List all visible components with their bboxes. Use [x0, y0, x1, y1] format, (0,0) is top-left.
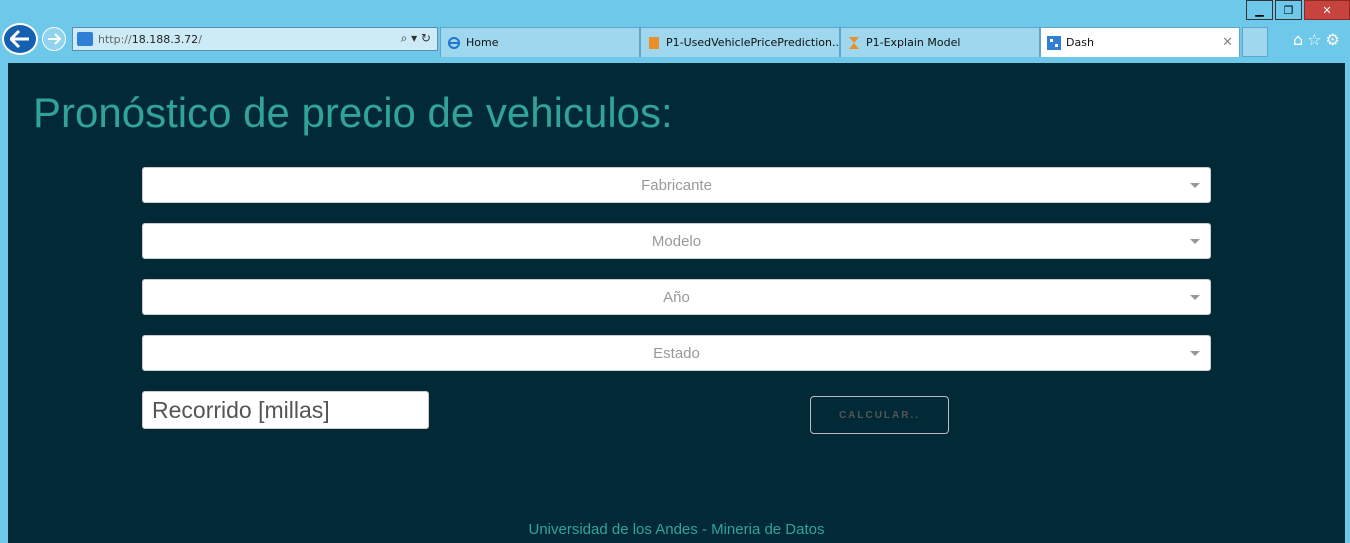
chevron-down-icon: [1190, 295, 1200, 300]
tab-label: P1-UsedVehiclePricePrediction...: [666, 36, 840, 49]
dropdown-placeholder: Estado: [653, 344, 700, 362]
arrow-right-icon: [48, 33, 61, 45]
address-bar[interactable]: http://18.188.3.72/ ⌕ ▾ ↻: [72, 27, 438, 51]
model-dropdown[interactable]: Modelo: [142, 223, 1211, 259]
state-dropdown[interactable]: Estado: [142, 335, 1211, 371]
tab-home[interactable]: Home: [440, 27, 640, 57]
chevron-down-icon: [1190, 183, 1200, 188]
page-title: Pronóstico de precio de vehiculos:: [33, 89, 673, 136]
dash-icon: [1047, 35, 1061, 50]
browser-toolbar: http://18.188.3.72/ ⌕ ▾ ↻ Home P1-UsedVe…: [0, 22, 1350, 57]
site-icon: [77, 32, 93, 46]
new-tab-button[interactable]: [1242, 27, 1268, 57]
hourglass-icon: [849, 36, 859, 49]
restore-icon[interactable]: ❐: [1275, 0, 1302, 20]
toolbar-right-icons[interactable]: ⌂☆⚙: [1293, 30, 1344, 49]
forward-button[interactable]: [42, 27, 66, 51]
chevron-down-icon: [1190, 351, 1200, 356]
dropdown-placeholder: Fabricante: [641, 176, 712, 194]
url-host: 18.188.3.72: [131, 32, 199, 46]
close-window-icon[interactable]: ✕: [1304, 0, 1350, 20]
close-tab-icon[interactable]: ✕: [1222, 35, 1233, 50]
dropdown-placeholder: Año: [663, 288, 690, 306]
year-dropdown[interactable]: Año: [142, 279, 1211, 315]
url-protocol: http://: [98, 32, 132, 46]
back-button[interactable]: [2, 23, 38, 55]
url-path: /: [198, 32, 202, 46]
chevron-down-icon: [1190, 239, 1200, 244]
tab-label: Home: [466, 36, 499, 49]
footer-text: Universidad de los Andes - Mineria de Da…: [528, 521, 825, 538]
window-controls: ▁ ❐ ✕: [1244, 0, 1350, 20]
search-refresh-icons[interactable]: ⌕ ▾ ↻: [401, 31, 431, 46]
tab-dash[interactable]: Dash ✕: [1040, 27, 1240, 57]
tab-label: P1-Explain Model: [866, 36, 961, 49]
calculate-button[interactable]: CALCULAR..: [810, 396, 949, 434]
manufacturer-dropdown[interactable]: Fabricante: [142, 167, 1211, 203]
mileage-input[interactable]: Recorrido [millas]: [142, 391, 429, 429]
tab-label: Dash: [1066, 36, 1094, 49]
notebook-icon: [649, 36, 659, 49]
arrow-left-icon: [10, 30, 29, 48]
tab-explain-model[interactable]: P1-Explain Model: [840, 27, 1040, 57]
dropdown-placeholder: Modelo: [651, 232, 702, 250]
minimize-icon[interactable]: ▁: [1246, 0, 1273, 20]
dash-page: Pronóstico de precio de vehiculos: Fabri…: [8, 63, 1345, 543]
ie-icon: [448, 36, 460, 49]
tab-notebook[interactable]: P1-UsedVehiclePricePrediction...: [640, 27, 840, 57]
